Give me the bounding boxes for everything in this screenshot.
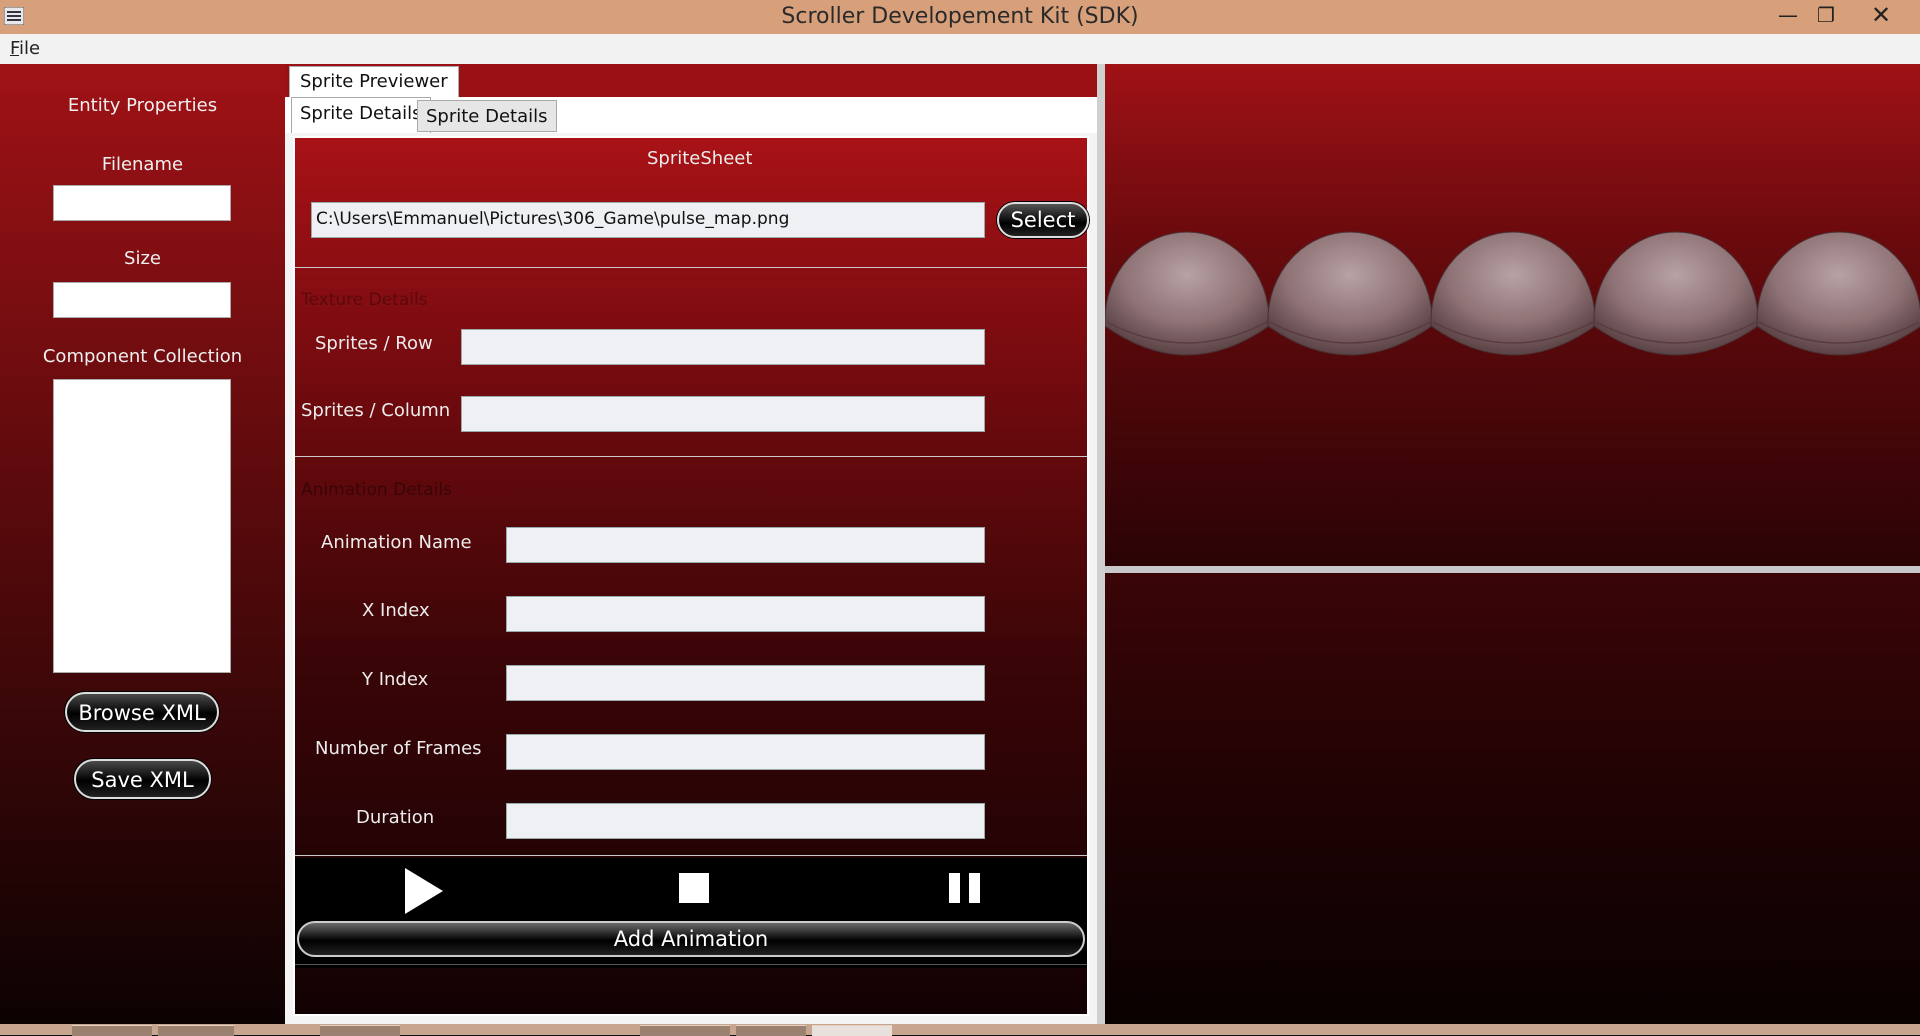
horizontal-splitter[interactable] bbox=[1105, 566, 1920, 573]
taskbar-item[interactable] bbox=[158, 1025, 234, 1036]
maximize-button[interactable]: ❐ bbox=[1806, 0, 1846, 30]
animation-preview-area bbox=[1105, 573, 1920, 1024]
animation-name-input[interactable] bbox=[506, 527, 985, 563]
tab-sprite-previewer[interactable]: Sprite Previewer bbox=[289, 66, 459, 98]
window-title: Scroller Developement Kit (SDK) bbox=[781, 4, 1139, 29]
inner-tab-strip: Sprite Details Sprite Details bbox=[285, 97, 1097, 133]
spritesheet-preview-image bbox=[1104, 231, 1920, 356]
minimize-button[interactable]: — bbox=[1768, 0, 1808, 30]
menu-bar: File bbox=[0, 34, 1920, 64]
sprites-column-input[interactable] bbox=[461, 396, 985, 432]
animation-details-heading: Animation Details bbox=[301, 480, 453, 500]
sprite-frame bbox=[1593, 231, 1759, 356]
x-index-input[interactable] bbox=[506, 596, 985, 632]
number-of-frames-label: Number of Frames bbox=[315, 738, 482, 759]
filename-input[interactable] bbox=[53, 185, 231, 221]
separator-4 bbox=[295, 964, 1087, 965]
animation-name-label: Animation Name bbox=[321, 532, 472, 553]
select-button[interactable]: Select bbox=[997, 202, 1089, 238]
pause-icon[interactable] bbox=[947, 872, 983, 904]
duration-input[interactable] bbox=[506, 803, 985, 839]
save-xml-button[interactable]: Save XML bbox=[74, 759, 211, 799]
sprites-row-label: Sprites / Row bbox=[315, 333, 433, 354]
spritesheet-path-input[interactable]: C:\Users\Emmanuel\Pictures\306_Game\puls… bbox=[311, 202, 985, 238]
taskbar-item-active[interactable] bbox=[812, 1025, 892, 1036]
sprite-frame bbox=[1267, 231, 1433, 356]
separator-1 bbox=[295, 267, 1087, 268]
taskbar bbox=[0, 1024, 1920, 1036]
taskbar-item[interactable] bbox=[320, 1025, 400, 1036]
y-index-label: Y Index bbox=[362, 669, 429, 690]
entity-properties-panel: Entity Properties Filename Size Componen… bbox=[0, 64, 285, 1024]
tab-strip: Sprite Previewer bbox=[285, 64, 1097, 98]
browse-xml-button[interactable]: Browse XML bbox=[65, 692, 219, 732]
number-of-frames-input[interactable] bbox=[506, 734, 985, 770]
sprite-previewer-panel: Sprite Previewer Sprite Details Sprite D… bbox=[285, 64, 1097, 1024]
sprite-frame bbox=[1104, 231, 1270, 356]
x-index-label: X Index bbox=[362, 600, 430, 621]
menu-file-accelerator: F bbox=[10, 38, 20, 59]
sprite-frame bbox=[1756, 231, 1920, 356]
component-collection-label: Component Collection bbox=[42, 346, 243, 367]
separator-2 bbox=[295, 456, 1087, 457]
title-bar: Scroller Developement Kit (SDK) — ❐ ✕ bbox=[0, 0, 1920, 34]
texture-details-heading: Texture Details bbox=[301, 290, 428, 310]
menu-file[interactable]: File bbox=[10, 38, 40, 59]
stop-icon[interactable] bbox=[678, 872, 710, 904]
tab-sprite-details-2[interactable]: Sprite Details bbox=[417, 100, 557, 132]
sprites-column-label: Sprites / Column bbox=[301, 400, 451, 421]
spritesheet-label: SpriteSheet bbox=[647, 148, 753, 169]
taskbar-item[interactable] bbox=[640, 1025, 730, 1036]
size-input[interactable] bbox=[53, 282, 231, 318]
sprite-preview-area bbox=[1104, 64, 1920, 566]
sprites-row-input[interactable] bbox=[461, 329, 985, 365]
size-label: Size bbox=[124, 248, 161, 269]
filename-label: Filename bbox=[101, 154, 184, 175]
vertical-splitter[interactable] bbox=[1097, 64, 1105, 1024]
taskbar-item[interactable] bbox=[736, 1025, 806, 1036]
menu-file-label: ile bbox=[19, 38, 41, 59]
y-index-input[interactable] bbox=[506, 665, 985, 701]
component-collection-list[interactable] bbox=[53, 379, 231, 673]
taskbar-item[interactable] bbox=[72, 1025, 152, 1036]
separator-3 bbox=[295, 855, 1087, 856]
sprite-frame bbox=[1430, 231, 1596, 356]
add-animation-button[interactable]: Add Animation bbox=[297, 921, 1085, 957]
close-button[interactable]: ✕ bbox=[1858, 0, 1904, 30]
tab-sprite-details-1[interactable]: Sprite Details bbox=[291, 97, 431, 133]
sprite-details-content: SpriteSheet C:\Users\Emmanuel\Pictures\3… bbox=[293, 136, 1089, 1016]
duration-label: Duration bbox=[356, 807, 435, 828]
play-icon[interactable] bbox=[403, 866, 445, 916]
entity-properties-heading: Entity Properties bbox=[67, 95, 218, 116]
